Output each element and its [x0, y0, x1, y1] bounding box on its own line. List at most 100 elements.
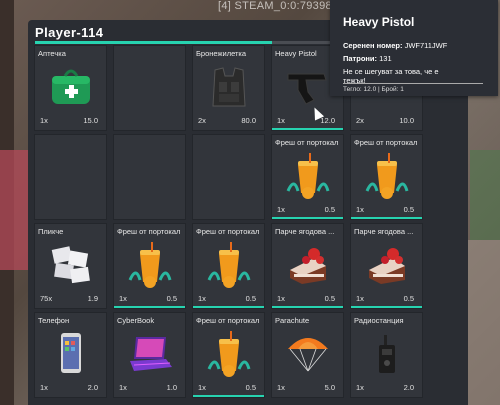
laptop-icon — [126, 329, 174, 377]
slot-label: Парче ягодова ... — [354, 227, 414, 236]
durability-bar — [272, 217, 343, 219]
slot-weight: 12.0 — [320, 116, 335, 125]
background-red-wall — [0, 150, 30, 270]
slot-weight: 0.5 — [403, 205, 414, 214]
slot-quantity: 1x — [356, 205, 364, 214]
inventory-slot[interactable]: CyberBook 1x 1.0 — [113, 312, 186, 398]
inventory-slot[interactable]: Парче ягодова ... 1x 0.5 — [271, 223, 344, 309]
plastic-bags-icon — [47, 240, 95, 288]
tooltip-divider — [343, 83, 483, 84]
slot-label: Фреш от портокал — [196, 316, 260, 325]
tooltip-serial-value: JWF711JWF — [404, 41, 448, 50]
tooltip-title: Heavy Pistol — [343, 15, 415, 29]
durability-bar — [193, 306, 264, 308]
slot-label: Фреш от портокал — [275, 138, 339, 147]
slot-weight: 0.5 — [245, 383, 256, 392]
slot-weight: 0.5 — [245, 294, 256, 303]
parachute-icon — [284, 329, 332, 377]
slot-quantity: 1x — [277, 383, 285, 392]
inventory-slot[interactable]: Фреш от портокал 1x 0.5 — [192, 312, 265, 398]
background-green-wall — [470, 150, 500, 240]
orange-juice-icon — [205, 329, 253, 377]
slot-label: Фреш от портокал — [196, 227, 260, 236]
slot-weight: 15.0 — [83, 116, 98, 125]
slot-quantity: 1x — [277, 116, 285, 125]
slot-quantity: 1x — [40, 383, 48, 392]
inventory-slot[interactable]: Аптечка 1x 15.0 — [34, 45, 107, 131]
inventory-slot[interactable] — [113, 134, 186, 220]
orange-juice-icon — [363, 151, 411, 199]
orange-juice-icon — [126, 240, 174, 288]
tooltip-serial-label: Серенен номер: — [343, 41, 403, 50]
slot-label: CyberBook — [117, 316, 155, 325]
inventory-slot[interactable]: Телефон 1x 2.0 — [34, 312, 107, 398]
inventory-slot[interactable]: Фреш от портокал 1x 0.5 — [271, 134, 344, 220]
inventory-slot[interactable]: Parachute 1x 5.0 — [271, 312, 344, 398]
inventory-slot[interactable] — [192, 134, 265, 220]
tooltip-description-line1: Не се шегуват за това, че е — [343, 67, 439, 76]
first-aid-kit-icon — [47, 62, 95, 110]
tooltip-ammo: Патрони: 131 — [343, 54, 392, 63]
slot-quantity: 1x — [198, 294, 206, 303]
inventory-slot[interactable]: Бронежилетка 2x 80.0 — [192, 45, 265, 131]
durability-bar — [351, 217, 422, 219]
inventory-slot[interactable] — [113, 45, 186, 131]
slot-quantity: 2x — [198, 116, 206, 125]
slot-quantity: 1x — [277, 205, 285, 214]
weight-bar — [35, 41, 355, 44]
inventory-slot[interactable]: Фреш от портокал 1x 0.5 — [113, 223, 186, 309]
armor-vest-icon — [205, 62, 253, 110]
inventory-slot[interactable]: Фреш от портокал 1x 0.5 — [350, 134, 423, 220]
slot-label: Фреш от портокал — [117, 227, 181, 236]
slot-label: Телефон — [38, 316, 70, 325]
strawberry-cake-icon — [284, 240, 332, 288]
slot-quantity: 2x — [356, 116, 364, 125]
pistol-icon — [284, 62, 332, 110]
slot-weight: 10.0 — [399, 116, 414, 125]
durability-bar — [272, 128, 343, 130]
strawberry-cake-icon — [363, 240, 411, 288]
durability-bar — [114, 306, 185, 308]
slot-label: Пликче — [38, 227, 64, 236]
durability-bar — [272, 306, 343, 308]
slot-quantity: 1x — [119, 294, 127, 303]
inventory-slot[interactable] — [34, 134, 107, 220]
slot-quantity: 1x — [277, 294, 285, 303]
item-tooltip: Heavy Pistol Серенен номер: JWF711JWF Па… — [330, 0, 498, 96]
slot-label: Парче ягодова ... — [275, 227, 335, 236]
slot-label: Фреш от портокал — [354, 138, 418, 147]
inventory-slot[interactable]: Фреш от портокал 1x 0.5 — [192, 223, 265, 309]
tooltip-footer: Тегло: 12.0 | Брой: 1 — [343, 86, 404, 93]
inventory-grid: Аптечка 1x 15.0 Бронежилетка 2x 80.0 Heavy Pis… — [34, 45, 470, 405]
slot-weight: 0.5 — [166, 294, 177, 303]
slot-quantity: 1x — [119, 383, 127, 392]
slot-quantity: 1x — [198, 383, 206, 392]
slot-label: Parachute — [275, 316, 310, 325]
tooltip-ammo-value: 131 — [379, 54, 392, 63]
slot-quantity: 75x — [40, 294, 53, 303]
slot-label: Бронежилетка — [196, 49, 247, 58]
inventory-slot[interactable]: Парче ягодова ... 1x 0.5 — [350, 223, 423, 309]
slot-quantity: 1x — [356, 383, 364, 392]
slot-weight: 1.0 — [166, 383, 177, 392]
slot-weight: 0.5 — [324, 294, 335, 303]
slot-label: Аптечка — [38, 49, 66, 58]
tooltip-serial: Серенен номер: JWF711JWF — [343, 41, 447, 50]
phone-icon — [47, 329, 95, 377]
slot-weight: 2.0 — [403, 383, 414, 392]
slot-weight: 5.0 — [324, 383, 335, 392]
durability-bar — [351, 306, 422, 308]
inventory-title: Player-114 — [35, 25, 104, 40]
inventory-slot[interactable]: Пликче 75x 1.9 — [34, 223, 107, 309]
slot-quantity: 1x — [40, 116, 48, 125]
weight-bar-fill — [35, 41, 272, 44]
inventory-slot[interactable]: Радиостанция 1x 2.0 — [350, 312, 423, 398]
orange-juice-icon — [205, 240, 253, 288]
durability-bar — [193, 395, 264, 397]
slot-weight: 1.9 — [87, 294, 98, 303]
orange-juice-icon — [284, 151, 332, 199]
radio-icon — [363, 329, 411, 377]
slot-weight: 0.5 — [324, 205, 335, 214]
steam-id-overlay: [4] STEAM_0:0:793983 — [218, 0, 339, 12]
tooltip-ammo-label: Патрони: — [343, 54, 378, 63]
